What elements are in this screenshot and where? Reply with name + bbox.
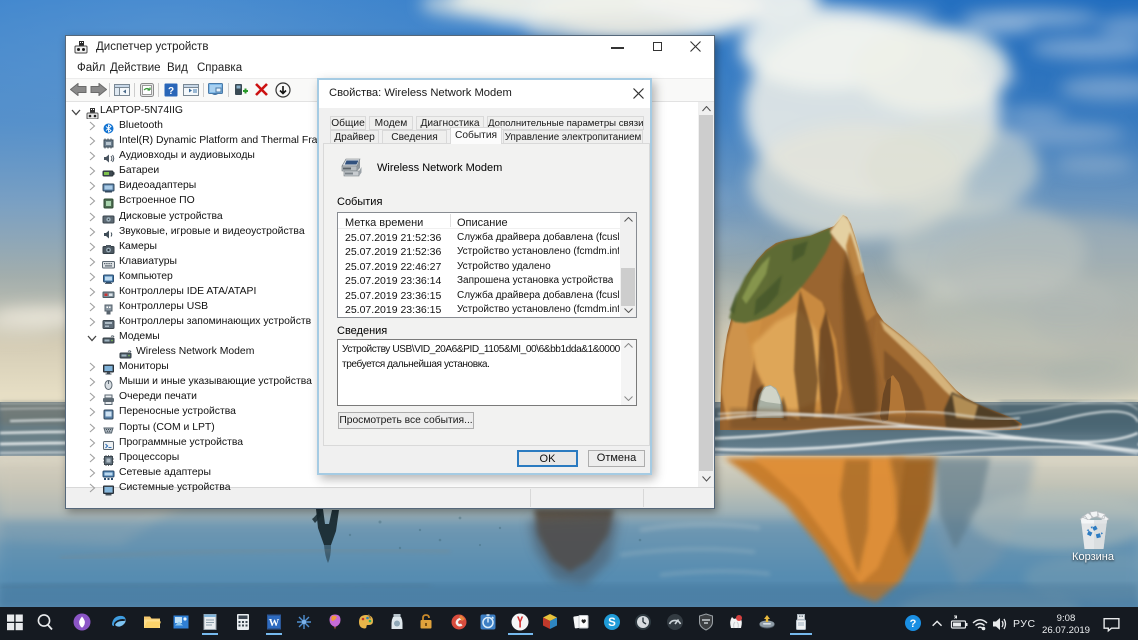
svg-text:W: W (269, 618, 280, 629)
svg-text:?: ? (168, 86, 174, 97)
svg-text:S: S (608, 617, 616, 629)
svg-text:?: ? (910, 618, 917, 630)
